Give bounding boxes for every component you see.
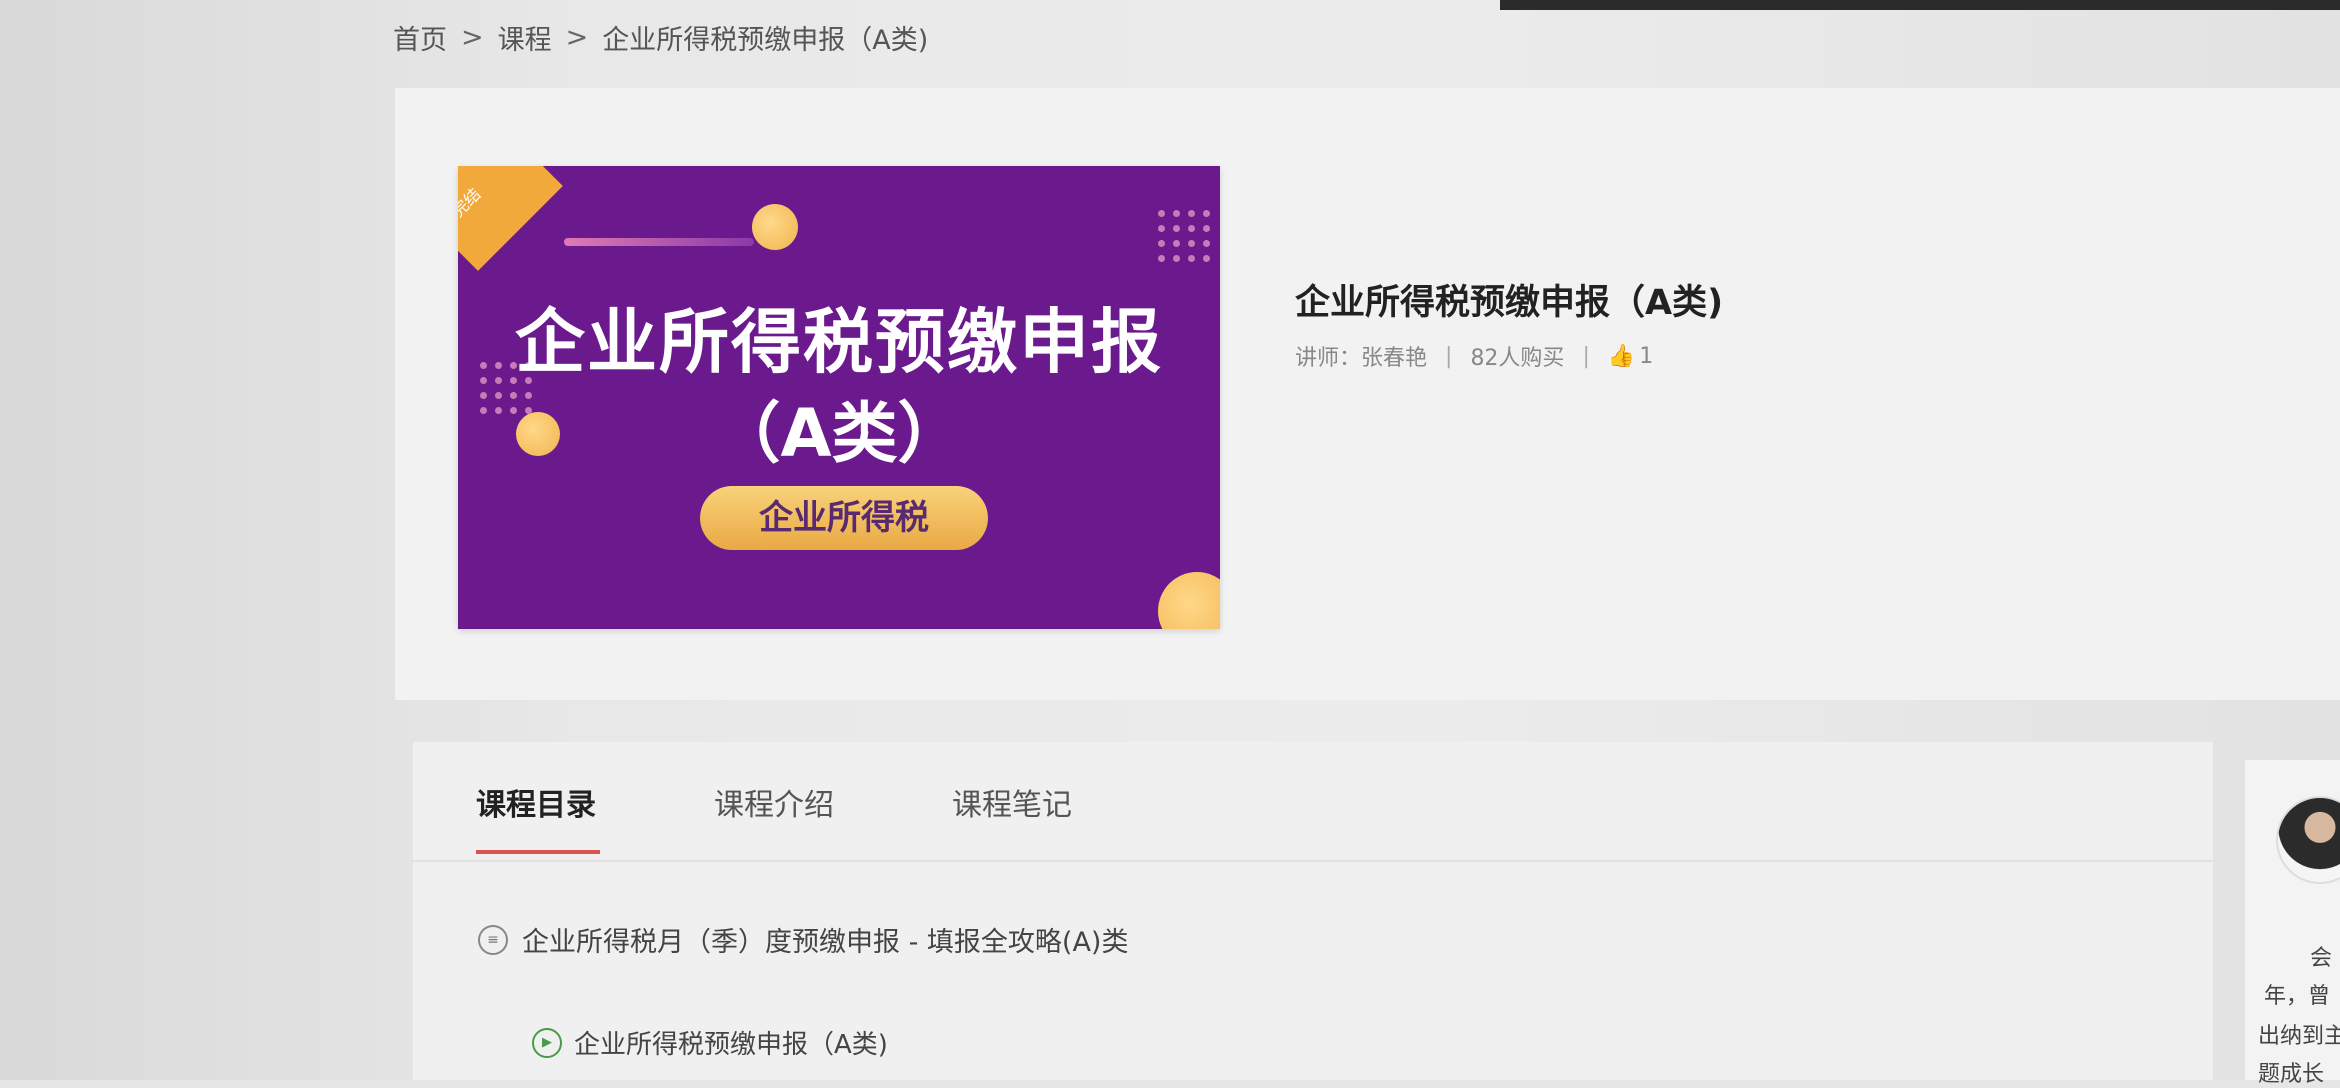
tab-notes[interactable]: 课程笔记 <box>952 780 1072 824</box>
breadcrumb-separator: > <box>461 22 484 53</box>
play-icon: ▶ <box>532 1027 562 1058</box>
cover-decor-dots <box>1158 210 1210 262</box>
lecturer-bio-line: 题成长 <box>2258 1062 2325 1087</box>
meta-separator: | <box>1582 343 1590 369</box>
breadcrumb-current: 企业所得税预缴申报（A类) <box>602 25 929 56</box>
breadcrumb: 首页 > 课程 > 企业所得税预缴申报（A类) <box>393 18 928 57</box>
course-cover-image[interactable]: 已完结 企业所得税预缴申报 （A类） 企业所得税 <box>458 166 1220 629</box>
breadcrumb-separator: > <box>565 22 589 53</box>
course-title: 企业所得税预缴申报（A类) <box>1295 283 1724 323</box>
completed-ribbon-label: 已完结 <box>458 184 485 232</box>
lesson-title: 企业所得税预缴申报（A类) <box>574 1030 888 1060</box>
like-button[interactable]: 👍 1 <box>1608 344 1653 369</box>
chapter-title: 企业所得税月（季）度预缴申报 - 填报全攻略(A)类 <box>522 927 1129 958</box>
thumbs-up-icon: 👍 <box>1607 343 1636 369</box>
breadcrumb-home[interactable]: 首页 <box>393 18 447 57</box>
meta-separator: | <box>1445 343 1453 369</box>
lecturer-bio-line: 出纳到主 <box>2258 1024 2340 1049</box>
tab-catalog[interactable]: 课程目录 <box>476 780 596 824</box>
top-bar <box>1500 0 2340 10</box>
course-tabs: 课程目录 课程介绍 课程笔记 <box>476 780 1072 824</box>
list-icon: ≡ <box>478 924 508 955</box>
course-meta: 讲师：张春艳 | 82人购买 | 👍 1 <box>1295 340 1653 372</box>
cover-subtitle: （A类） <box>714 395 964 472</box>
buyer-count: 82人购买 <box>1470 346 1565 371</box>
lecturer-name: 讲师：张春艳 <box>1295 346 1428 371</box>
completed-ribbon: 已完结 <box>458 166 563 271</box>
tabs-divider <box>413 860 2213 862</box>
like-count: 1 <box>1639 343 1654 369</box>
cover-title: 企业所得税预缴申报 <box>515 301 1163 383</box>
lecturer-bio-line: 会 <box>2310 946 2333 971</box>
chapter-item[interactable]: ≡ 企业所得税月（季）度预缴申报 - 填报全攻略(A)类 <box>478 920 1128 959</box>
cover-decor-circle <box>1158 572 1220 629</box>
cover-decor-line <box>564 238 754 246</box>
lesson-item[interactable]: ▶ 企业所得税预缴申报（A类) <box>532 1024 888 1061</box>
breadcrumb-courses[interactable]: 课程 <box>498 18 552 57</box>
active-tab-indicator <box>476 850 600 854</box>
tab-introduction[interactable]: 课程介绍 <box>714 780 834 824</box>
cover-decor-circle <box>752 204 798 250</box>
cover-category-pill: 企业所得税 <box>700 486 988 550</box>
lecturer-bio-line: 年，曾 <box>2264 984 2331 1009</box>
